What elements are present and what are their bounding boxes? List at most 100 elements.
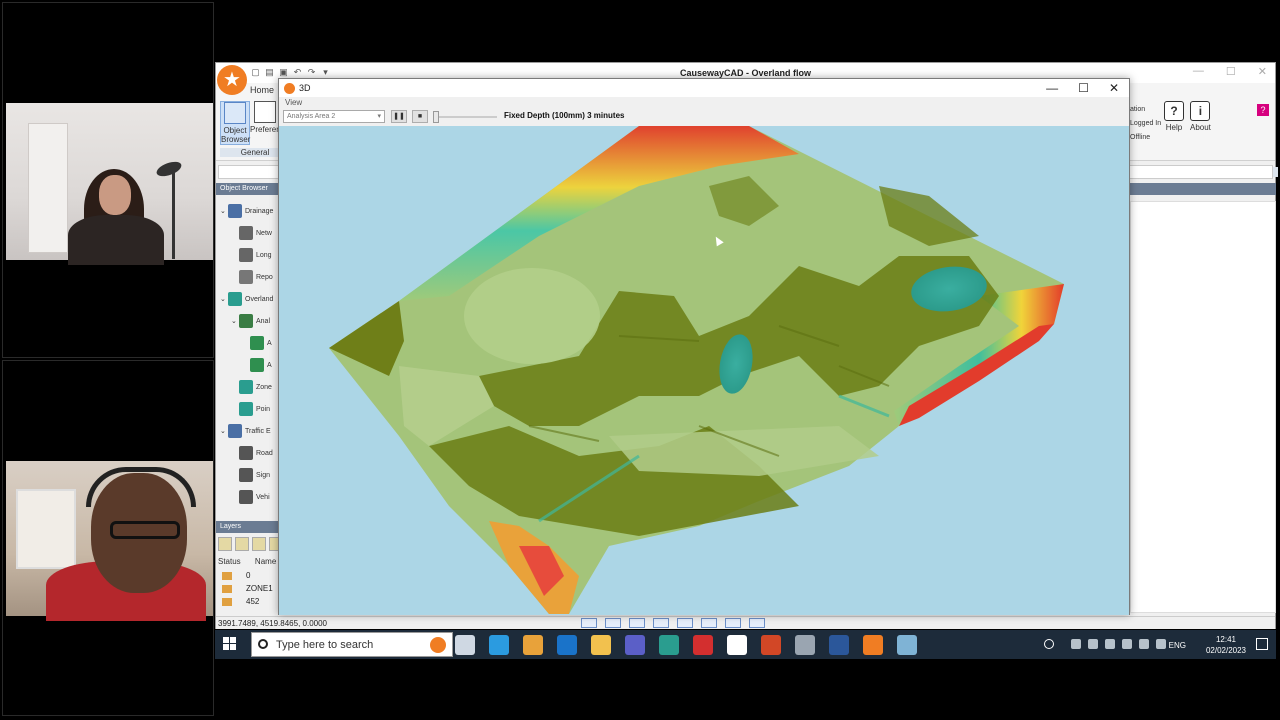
osnap-toggle[interactable]	[653, 618, 669, 628]
layer-row[interactable]: 0	[222, 571, 250, 580]
layer-row[interactable]: 452	[222, 597, 259, 606]
redo-icon[interactable]: ↷	[306, 67, 317, 78]
snowflake-icon[interactable]	[897, 635, 917, 655]
help-icon: ?	[1164, 101, 1184, 121]
preferences-icon	[254, 101, 276, 123]
terrain-render	[329, 126, 1064, 614]
tree-node-icon	[239, 226, 253, 241]
maximize-button[interactable]: ☐	[1078, 79, 1089, 97]
tree-item[interactable]: A	[220, 355, 282, 377]
outlook-icon[interactable]	[557, 635, 577, 655]
tree-item[interactable]: Sign	[220, 465, 282, 487]
task-view-icon[interactable]	[455, 635, 475, 655]
layers-header: Layers	[216, 521, 280, 533]
pause-button[interactable]: ❚❚	[391, 110, 407, 123]
tree-item[interactable]: ⌄ Traffic E	[220, 421, 282, 443]
powerpoint-icon[interactable]	[761, 635, 781, 655]
tree-expander-icon[interactable]: ⌄	[220, 289, 228, 311]
polar-toggle[interactable]	[677, 618, 693, 628]
clock[interactable]: 12:41 02/02/2023	[1206, 634, 1246, 656]
tree-item[interactable]: A	[220, 333, 282, 355]
volume-icon[interactable]	[1139, 639, 1149, 649]
lineweight-toggle[interactable]	[701, 618, 717, 628]
language-indicator[interactable]: ENG	[1169, 641, 1186, 650]
tree-expander-icon[interactable]: ⌄	[231, 311, 239, 333]
windows-start-icon[interactable]	[223, 637, 237, 651]
help-button[interactable]: ? Help	[1164, 101, 1184, 132]
app-maximize-button[interactable]: ☐	[1226, 65, 1236, 78]
tree-item-label: Long	[256, 252, 272, 259]
battery-icon[interactable]	[1122, 639, 1132, 649]
menu-view[interactable]: View	[285, 98, 302, 107]
analysis-area-select[interactable]: Analysis Area 2 ▾	[283, 110, 385, 123]
app-gray-icon[interactable]	[795, 635, 815, 655]
tree-item[interactable]: ⌄ Anal	[220, 311, 282, 333]
tree-item[interactable]: Netw	[220, 223, 282, 245]
close-button[interactable]: ✕	[1109, 79, 1119, 97]
tree-item[interactable]: Repo	[220, 267, 282, 289]
animation-status-label: Fixed Depth (100mm) 3 minutes	[504, 111, 625, 120]
edge-icon[interactable]	[489, 635, 509, 655]
layer-tool-icon[interactable]	[252, 537, 266, 551]
3d-viewport[interactable]	[279, 126, 1129, 615]
causeway-icon[interactable]	[863, 635, 883, 655]
tree-item[interactable]: Vehi	[220, 487, 282, 509]
usb-icon[interactable]	[1105, 639, 1115, 649]
layer-tool-icon[interactable]	[235, 537, 249, 551]
app-close-button[interactable]: ✕	[1258, 65, 1267, 78]
explorer-icon[interactable]	[591, 635, 611, 655]
tree-item[interactable]: ⌄ Overland	[220, 289, 282, 311]
layer-row[interactable]: ZONE1	[222, 584, 273, 593]
participant-video-1	[6, 103, 213, 265]
open-icon[interactable]: ▤	[264, 67, 275, 78]
tree-item-label: A	[267, 362, 272, 369]
tree-item-label: Poin	[256, 406, 271, 413]
timeline-slider-thumb[interactable]	[433, 111, 439, 123]
dynamic-toggle[interactable]	[725, 618, 741, 628]
app-logo-icon[interactable]: ★	[217, 65, 247, 95]
ortho-toggle[interactable]	[629, 618, 645, 628]
participant-video-2	[6, 461, 213, 621]
tree-item[interactable]: Zone	[220, 377, 282, 399]
notification-icon[interactable]	[1256, 638, 1268, 650]
qat-dropdown-icon[interactable]: ▾	[320, 67, 331, 78]
help-badge-icon[interactable]: ?	[1257, 104, 1269, 116]
coordinates-readout: 3991.7489, 4519.8465, 0.0000	[218, 619, 327, 628]
object-browser-button[interactable]: Object Browser	[220, 101, 250, 145]
tree-item[interactable]: Poin	[220, 399, 282, 421]
causeway-icon	[284, 83, 295, 94]
taskbar-search-box[interactable]: Type here to search	[251, 632, 453, 657]
stop-button[interactable]: ■	[412, 110, 428, 123]
layer-tool-icon[interactable]	[218, 537, 232, 551]
tree-item[interactable]: Road	[220, 443, 282, 465]
tree-item[interactable]: ⌄ Drainage	[220, 201, 282, 223]
tab-home[interactable]: Home	[250, 85, 276, 95]
grid-toggle[interactable]	[605, 618, 621, 628]
analysis-area-value: Analysis Area 2	[287, 113, 336, 120]
acrobat-icon[interactable]	[693, 635, 713, 655]
tree-expander-icon[interactable]: ⌄	[220, 201, 228, 223]
tree-node-icon	[228, 424, 242, 439]
g-app-icon[interactable]	[727, 635, 747, 655]
tree-expander-icon[interactable]: ⌄	[220, 421, 228, 443]
about-button[interactable]: i About	[1190, 101, 1211, 132]
timeline-track[interactable]	[433, 116, 497, 118]
minimize-button[interactable]: —	[1046, 79, 1058, 97]
app-minimize-button[interactable]: —	[1193, 65, 1204, 78]
people-icon[interactable]	[1044, 639, 1054, 649]
preferences-button[interactable]: Preferen	[250, 101, 281, 134]
teams-icon[interactable]	[625, 635, 645, 655]
new-icon[interactable]: ▢	[250, 67, 261, 78]
selection-toggle[interactable]	[749, 618, 765, 628]
save-icon[interactable]: ▣	[278, 67, 289, 78]
taskbar: Type here to search ENG 12:41 02/02/2023	[215, 630, 1276, 659]
chevron-up-icon[interactable]	[1071, 639, 1081, 649]
word-icon[interactable]	[829, 635, 849, 655]
onedrive-icon[interactable]	[1088, 639, 1098, 649]
app-teal-icon[interactable]	[659, 635, 679, 655]
tree-item[interactable]: Long	[220, 245, 282, 267]
snap-toggle[interactable]	[581, 618, 597, 628]
undo-icon[interactable]: ↶	[292, 67, 303, 78]
chrome-icon[interactable]	[523, 635, 543, 655]
wifi-icon[interactable]	[1156, 639, 1166, 649]
